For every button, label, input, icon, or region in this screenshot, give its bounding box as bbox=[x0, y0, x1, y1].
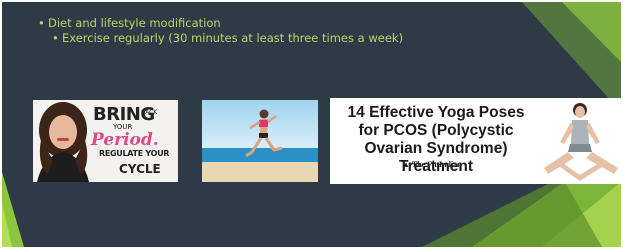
regulate-text: REGULATE YOUR bbox=[99, 149, 170, 158]
bullet-list: • Diet and lifestyle modification • Exer… bbox=[38, 16, 403, 46]
runner-image bbox=[202, 100, 318, 182]
bullet-text: Exercise regularly (30 minutes at least … bbox=[62, 31, 404, 45]
brand-logo-icon: ▲ bbox=[402, 160, 412, 169]
sub-bullet-item: • Exercise regularly (30 minutes at leas… bbox=[38, 31, 403, 46]
bullet-marker: • bbox=[38, 16, 45, 30]
brand-name: The Fit Indian bbox=[411, 160, 462, 169]
bullet-marker: • bbox=[52, 31, 59, 45]
bullet-text: Diet and lifestyle modification bbox=[48, 16, 221, 30]
period-image: BRING BACK YOUR Period. REGULATE YOUR CY… bbox=[33, 100, 178, 182]
bullet-item: • Diet and lifestyle modification bbox=[38, 16, 403, 31]
running-woman-icon bbox=[202, 100, 318, 182]
brand-label: ▲ The Fit Indian bbox=[402, 160, 462, 169]
period-text: Period. bbox=[91, 130, 159, 150]
back-text: BACK bbox=[141, 109, 158, 116]
slide: • Diet and lifestyle modification • Exer… bbox=[2, 2, 621, 247]
cycle-text: CYCLE bbox=[119, 162, 161, 176]
yoga-image: 14 Effective Yoga Poses for PCOS (Polycy… bbox=[330, 98, 621, 184]
yoga-woman-icon bbox=[540, 98, 621, 184]
